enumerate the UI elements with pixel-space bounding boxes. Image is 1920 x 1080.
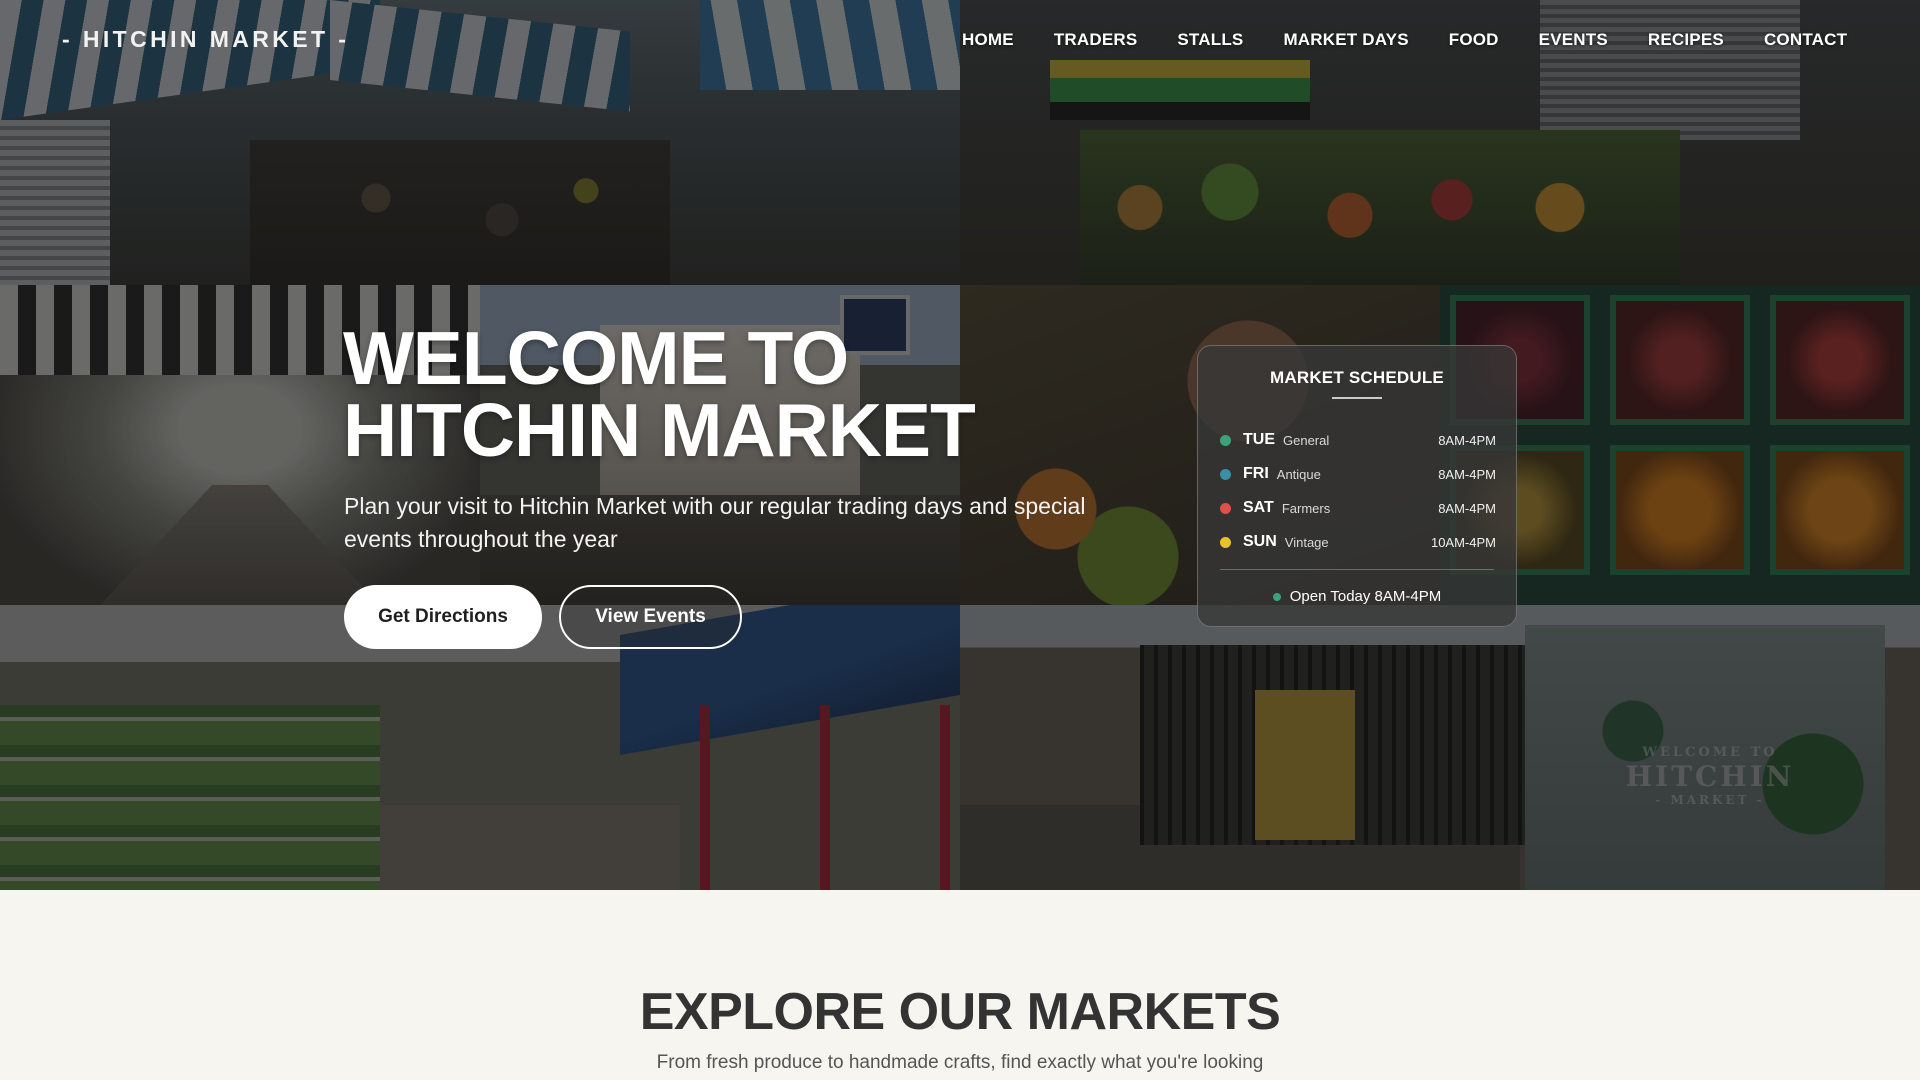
nav-recipes[interactable]: RECIPES [1648, 30, 1724, 50]
schedule-day: SAT [1243, 499, 1274, 516]
hero-title: WELCOME TO HITCHIN MARKET [343, 316, 976, 472]
schedule-row-fri: FRI Antique 8AM-4PM [1220, 457, 1496, 491]
schedule-day: FRI [1243, 465, 1269, 482]
explore-section: EXPLORE OUR MARKETS From fresh produce t… [0, 890, 1920, 1080]
site-logo[interactable]: - HITCHIN MARKET - [62, 26, 349, 53]
schedule-list: TUE General 8AM-4PM FRI Antique 8AM-4PM … [1220, 423, 1496, 559]
schedule-type: Antique [1276, 466, 1321, 482]
nav-food[interactable]: FOOD [1449, 30, 1499, 50]
nav-home[interactable]: HOME [962, 30, 1014, 50]
view-events-button[interactable]: View Events [559, 585, 742, 649]
schedule-divider [1220, 569, 1494, 570]
status-dot [1220, 502, 1231, 514]
nav-stalls[interactable]: STALLS [1177, 30, 1243, 50]
status-dot [1220, 434, 1231, 446]
schedule-row-sun: SUN Vintage 10AM-4PM [1220, 525, 1496, 559]
hero-title-line-1: WELCOME TO [343, 316, 849, 400]
open-today-status: Open Today 8AM-4PM [1198, 588, 1516, 605]
schedule-day: TUE [1243, 431, 1275, 448]
schedule-hours: 8AM-4PM [1438, 500, 1496, 516]
open-today-text: Open Today 8AM-4PM [1289, 588, 1442, 605]
nav-events[interactable]: EVENTS [1539, 30, 1608, 50]
schedule-row-tue: TUE General 8AM-4PM [1220, 423, 1496, 457]
main-nav: HOME TRADERS STALLS MARKET DAYS FOOD EVE… [962, 30, 1847, 50]
status-dot [1220, 468, 1231, 480]
hero-subtitle: Plan your visit to Hitchin Market with o… [344, 493, 1086, 552]
schedule-hours: 8AM-4PM [1438, 432, 1496, 448]
schedule-day: SUN [1243, 533, 1277, 550]
schedule-type: Farmers [1281, 500, 1331, 516]
schedule-hours: 8AM-4PM [1438, 466, 1496, 482]
schedule-row-sat: SAT Farmers 8AM-4PM [1220, 491, 1496, 525]
status-dot [1220, 536, 1231, 548]
explore-title: EXPLORE OUR MARKETS [639, 983, 1281, 1041]
nav-contact[interactable]: CONTACT [1764, 30, 1847, 50]
open-status-dot [1272, 592, 1281, 601]
photo-market-entrance: WELCOME TO HITCHIN - MARKET - [960, 605, 1920, 890]
nav-traders[interactable]: TRADERS [1054, 30, 1138, 50]
market-schedule-card: MARKET SCHEDULE TUE General 8AM-4PM FRI … [1197, 345, 1517, 627]
schedule-type: Vintage [1284, 534, 1329, 550]
schedule-title: MARKET SCHEDULE [1270, 368, 1444, 387]
schedule-type: General [1283, 432, 1330, 448]
schedule-title-underline [1332, 397, 1382, 399]
explore-subtitle: From fresh produce to handmade crafts, f… [656, 1052, 1264, 1073]
hero-title-line-2: HITCHIN MARKET [343, 388, 976, 472]
schedule-hours: 10AM-4PM [1430, 534, 1496, 550]
nav-market-days[interactable]: MARKET DAYS [1283, 30, 1408, 50]
get-directions-button[interactable]: Get Directions [344, 585, 542, 649]
